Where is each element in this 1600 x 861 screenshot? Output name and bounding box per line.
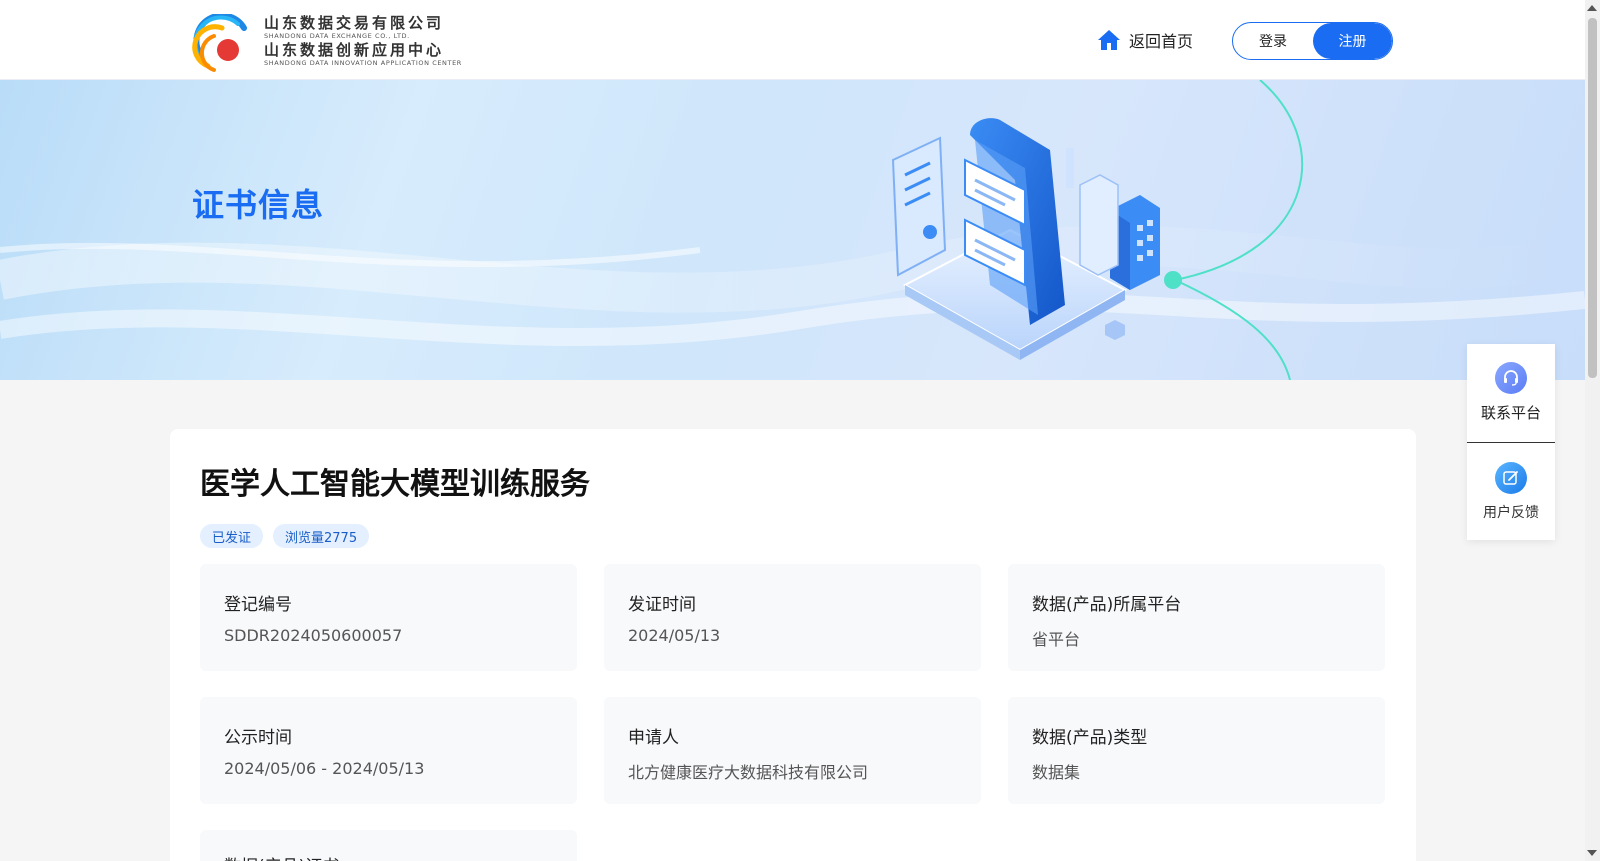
back-home-link[interactable]: 返回首页 bbox=[1097, 26, 1193, 54]
field-registration-number: 登记编号 SDDR2024050600057 bbox=[200, 564, 577, 671]
field-label: 数据(产品)类型 bbox=[1032, 728, 1148, 748]
login-button[interactable]: 登录 bbox=[1233, 23, 1313, 59]
field-publicity-period: 公示时间 2024/05/06 - 2024/05/13 bbox=[200, 697, 577, 804]
field-label: 登记编号 bbox=[224, 595, 292, 615]
field-value: 省平台 bbox=[1032, 630, 1081, 649]
page-banner: 证书信息 bbox=[0, 80, 1585, 380]
top-header: 山东数据交易有限公司 SHANDONG DATA EXCHANGE CO., L… bbox=[0, 0, 1585, 80]
field-label: 公示时间 bbox=[224, 728, 292, 748]
field-value: SDDR2024050600057 bbox=[224, 626, 403, 645]
banner-title: 证书信息 bbox=[192, 186, 325, 224]
user-feedback-label: 用户反馈 bbox=[1483, 504, 1539, 521]
contact-platform-label: 联系平台 bbox=[1480, 404, 1541, 422]
headset-icon bbox=[1495, 362, 1527, 394]
field-label: 数据(产品)证书 bbox=[224, 852, 339, 861]
logo-mark-icon bbox=[192, 14, 252, 74]
field-product-certificate: 数据(产品)证书 bbox=[200, 830, 577, 861]
user-feedback-button[interactable]: 用户反馈 bbox=[1467, 443, 1555, 540]
logo-line2-en: SHANDONG DATA INNOVATION APPLICATION CEN… bbox=[264, 59, 462, 67]
logo-line1-en: SHANDONG DATA EXCHANGE CO., LTD. bbox=[264, 32, 410, 40]
certificate-card: 医学人工智能大模型训练服务 已发证 浏览量2775 登记编号 SDDR20240… bbox=[170, 429, 1416, 861]
home-icon bbox=[1098, 30, 1120, 50]
scroll-up-arrow-icon[interactable] bbox=[1587, 5, 1597, 11]
register-button[interactable]: 注册 bbox=[1313, 23, 1392, 59]
field-value: 数据集 bbox=[1032, 763, 1081, 782]
logo-text: 山东数据交易有限公司 SHANDONG DATA EXCHANGE CO., L… bbox=[264, 14, 462, 68]
field-label: 数据(产品)所属平台 bbox=[1032, 595, 1182, 615]
banner-illustration bbox=[0, 80, 1585, 380]
scroll-down-arrow-icon[interactable] bbox=[1587, 850, 1597, 856]
side-float-panel: 联系平台 用户反馈 bbox=[1467, 344, 1555, 540]
field-label: 发证时间 bbox=[628, 595, 696, 615]
view-count-badge: 浏览量2775 bbox=[273, 524, 370, 548]
contact-platform-button[interactable]: 联系平台 bbox=[1467, 344, 1555, 441]
scroll-thumb[interactable] bbox=[1588, 18, 1597, 378]
company-logo[interactable]: 山东数据交易有限公司 SHANDONG DATA EXCHANGE CO., L… bbox=[192, 12, 461, 76]
page-scrollbar[interactable] bbox=[1585, 0, 1600, 861]
certificate-tags: 已发证 浏览量2775 bbox=[200, 524, 370, 548]
field-value: 2024/05/13 bbox=[628, 626, 721, 645]
field-label: 申请人 bbox=[628, 728, 679, 748]
back-home-label: 返回首页 bbox=[1129, 32, 1194, 51]
field-platform: 数据(产品)所属平台 省平台 bbox=[1008, 564, 1385, 671]
edit-icon bbox=[1495, 461, 1527, 494]
field-value: 2024/05/06 - 2024/05/13 bbox=[224, 759, 425, 778]
field-value: 北方健康医疗大数据科技有限公司 bbox=[628, 763, 869, 782]
field-applicant: 申请人 北方健康医疗大数据科技有限公司 bbox=[604, 697, 981, 804]
status-badge: 已发证 bbox=[200, 524, 264, 548]
auth-button-group: 登录 注册 bbox=[1232, 22, 1393, 60]
logo-line2-cn: 山东数据创新应用中心 bbox=[264, 41, 445, 59]
field-issue-date: 发证时间 2024/05/13 bbox=[604, 564, 981, 671]
field-product-type: 数据(产品)类型 数据集 bbox=[1008, 697, 1385, 804]
certificate-title: 医学人工智能大模型训练服务 bbox=[200, 467, 590, 502]
logo-line1-cn: 山东数据交易有限公司 bbox=[264, 14, 445, 32]
